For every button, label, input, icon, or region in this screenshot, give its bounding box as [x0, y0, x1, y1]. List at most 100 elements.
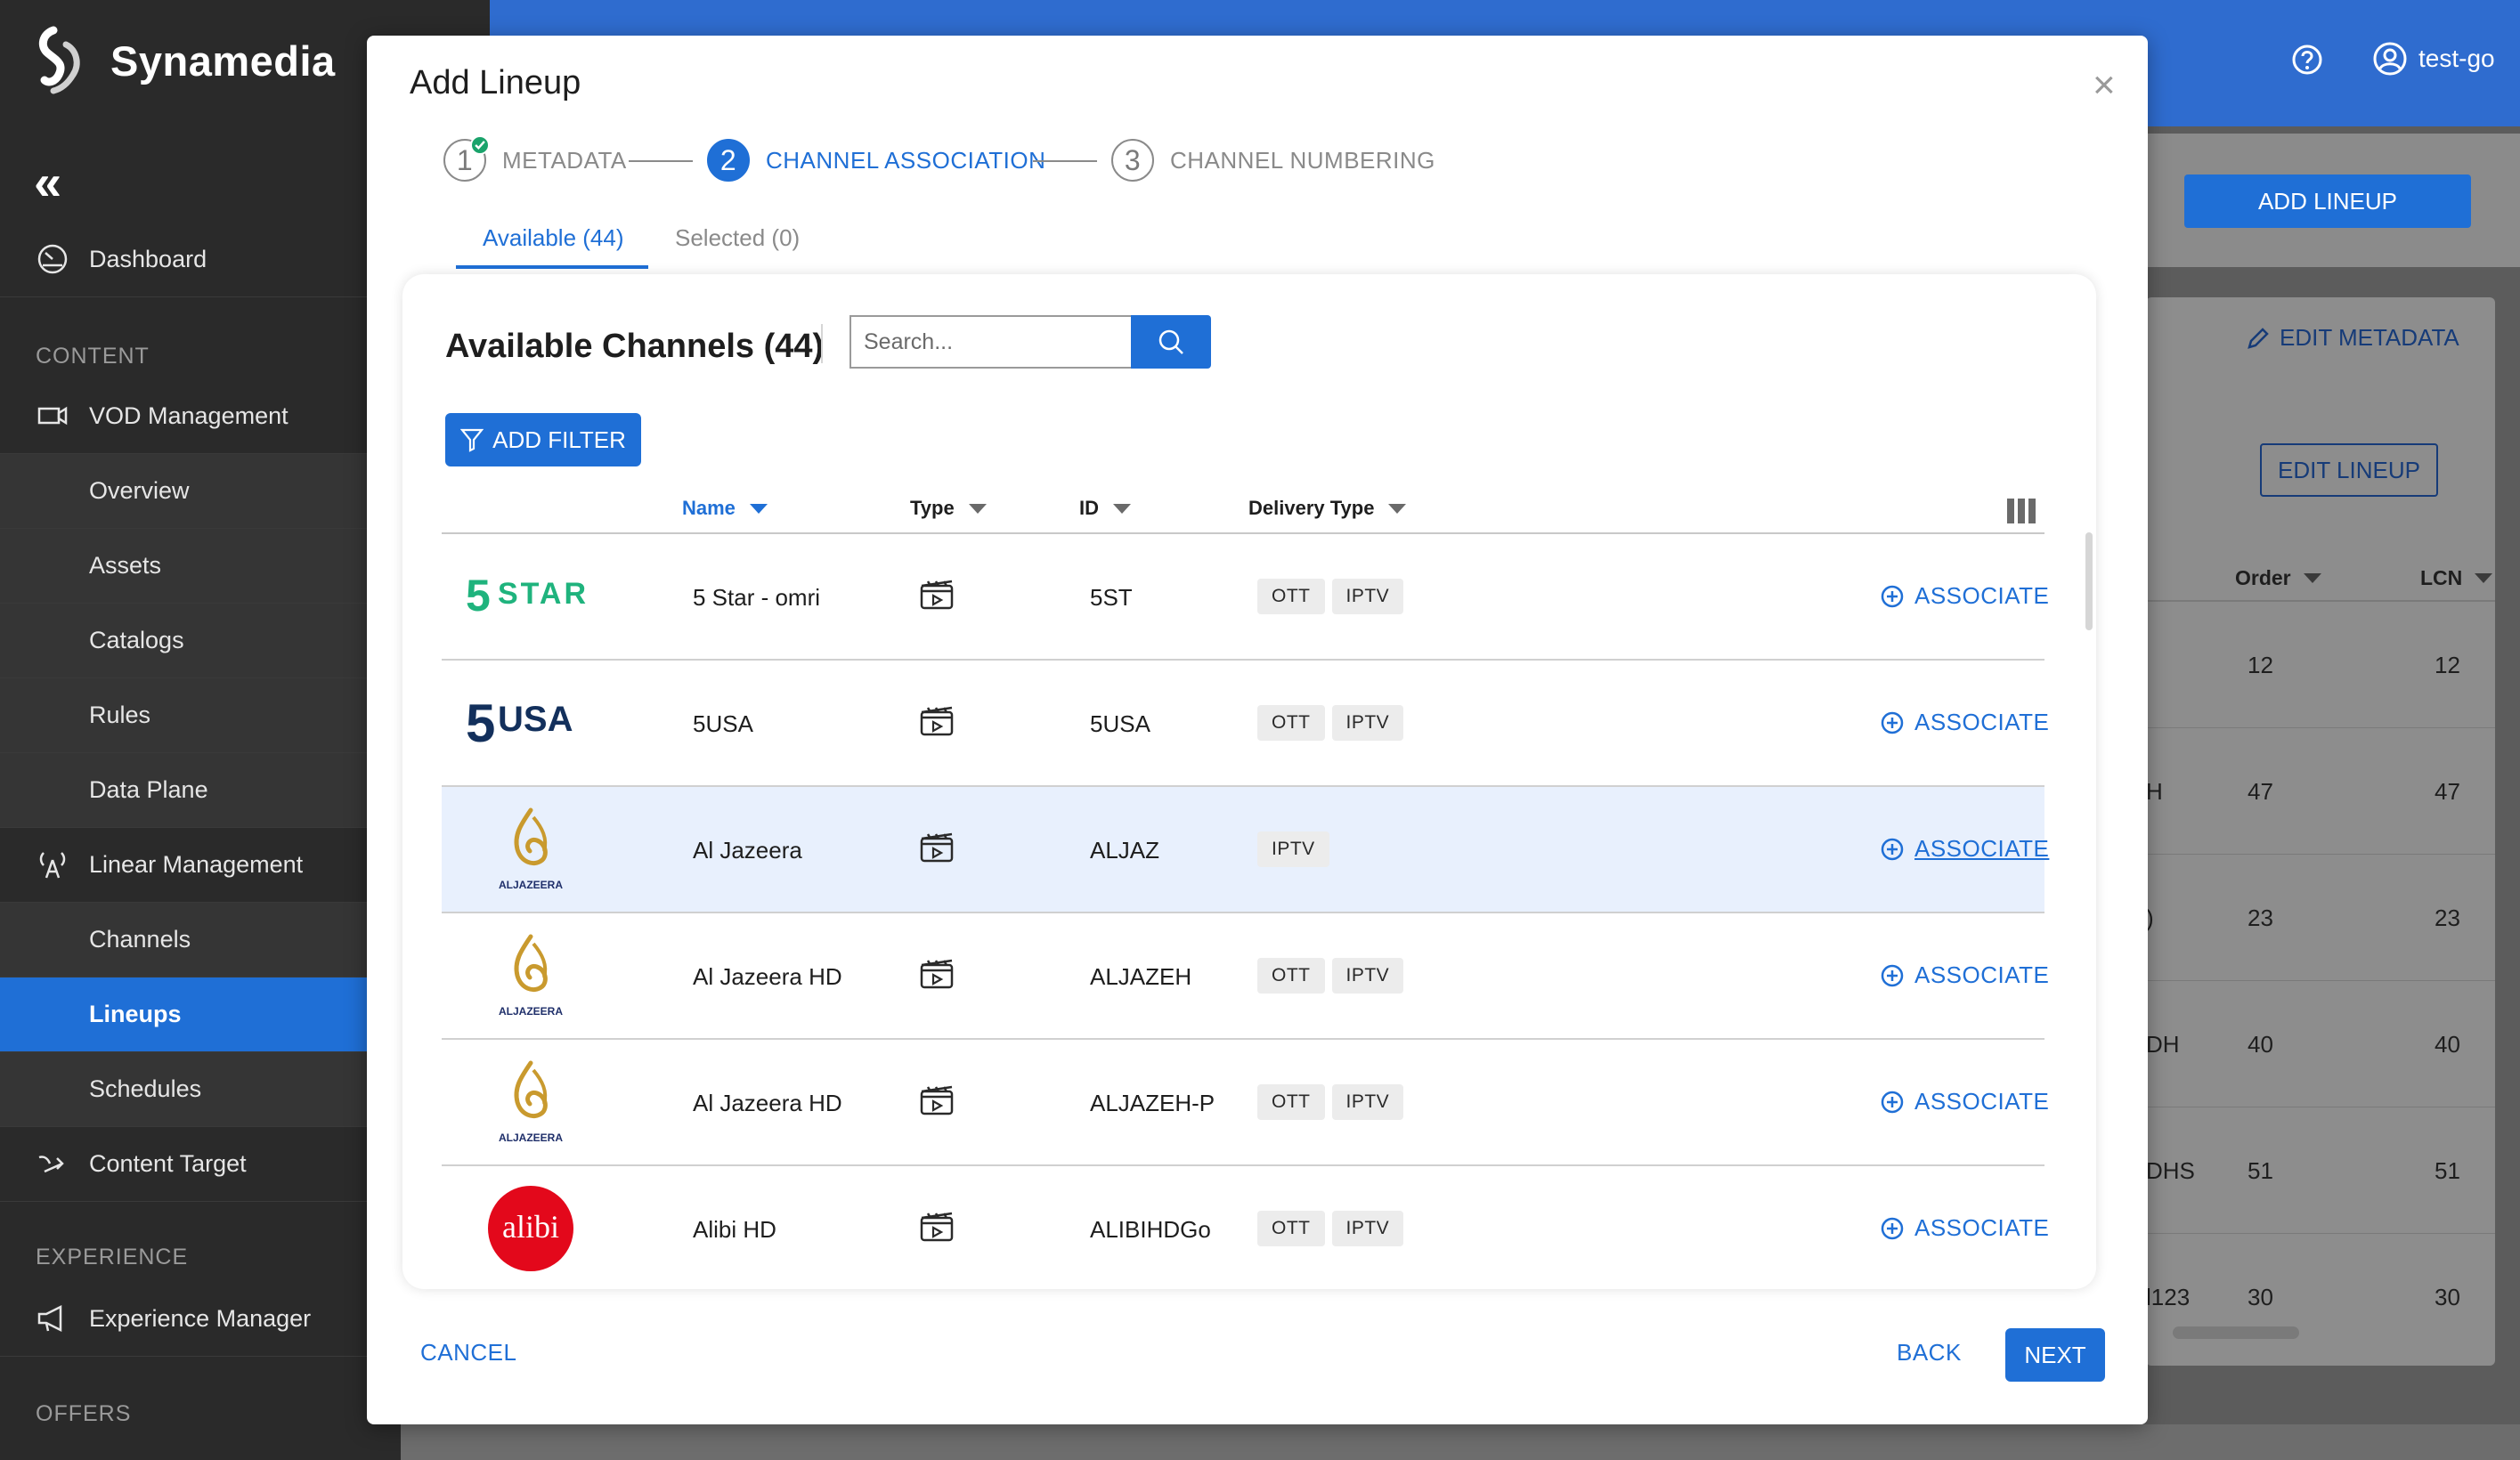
associate-label: ASSOCIATE: [1914, 709, 2050, 735]
row-name-fragment: l123: [2146, 1284, 2191, 1310]
row-lcn: 12: [2435, 652, 2460, 678]
table-row[interactable]: DHS 51 51: [2146, 1107, 2495, 1234]
vertical-scrollbar[interactable]: [2085, 532, 2093, 630]
edit-metadata-label: EDIT METADATA: [2280, 324, 2459, 351]
add-filter-label: ADD FILTER: [492, 426, 626, 453]
step-metadata[interactable]: 1 METADATA: [443, 135, 627, 182]
column-label: Name: [682, 497, 736, 519]
table-row[interactable]: ALJAZEERA Al Jazeera ALJAZ IPTV ASSOCIATE: [442, 787, 2049, 913]
columns-settings-icon[interactable]: [2007, 499, 2036, 523]
sidebar-item-label: Dashboard: [89, 246, 207, 272]
search-button[interactable]: [1131, 315, 1211, 369]
collapse-sidebar-button[interactable]: «: [34, 158, 61, 207]
search-input[interactable]: [849, 315, 1131, 369]
section-experience: EXPERIENCE: [36, 1245, 189, 1269]
help-icon[interactable]: [2290, 43, 2324, 77]
column-header-lcn[interactable]: LCN: [2420, 566, 2493, 590]
channel-id: ALIBIHDGo: [1090, 1216, 1211, 1243]
channel-name: Al Jazeera HD: [693, 1090, 842, 1116]
back-button[interactable]: BACK: [1897, 1339, 1962, 1367]
step-channel-numbering[interactable]: 3 CHANNEL NUMBERING: [1111, 139, 1435, 182]
add-lineup-button[interactable]: ADD LINEUP: [2184, 174, 2471, 228]
associate-label: ASSOCIATE: [1914, 1214, 2050, 1241]
table-row[interactable]: alibi Alibi HD ALIBIHDGo OTT IPTV ASSOCIATE: [442, 1166, 2049, 1289]
channel-name: 5 Star - omri: [693, 584, 821, 611]
sort-arrow-icon: [1113, 503, 1131, 514]
column-header-id[interactable]: ID: [1079, 497, 1131, 520]
sidebar-item-label: Overview: [89, 477, 190, 504]
delivery-types: OTT IPTV: [1257, 1211, 1410, 1246]
sort-arrow-icon: [2475, 573, 2493, 583]
add-circle-icon: [1881, 838, 1904, 860]
add-lineup-dialog: Add Lineup × 1 METADATA 2 CHANNEL ASSOCI…: [367, 36, 2148, 1424]
brand-logo[interactable]: Synamedia: [34, 25, 336, 96]
associate-button[interactable]: ASSOCIATE: [1881, 582, 2049, 610]
delivery-chip: OTT: [1257, 1084, 1325, 1120]
sidebar-item-label: Data Plane: [89, 776, 208, 803]
associate-button[interactable]: ASSOCIATE: [1881, 1214, 2049, 1242]
row-name-fragment: H: [2146, 778, 2163, 805]
column-header-delivery-type[interactable]: Delivery Type: [1248, 497, 1407, 520]
sidebar-item-label: Content Target: [89, 1150, 247, 1177]
delivery-types: OTT IPTV: [1257, 958, 1410, 994]
next-button[interactable]: NEXT: [2005, 1328, 2105, 1382]
background-bottom-strip: [401, 1424, 2520, 1460]
channel-id: ALJAZ: [1090, 837, 1160, 864]
channel-logo: 5 STAR: [459, 552, 602, 641]
add-filter-button[interactable]: ADD FILTER: [445, 413, 641, 466]
channel-logo-aljazeera: ALJAZEERA: [499, 807, 563, 891]
edit-metadata-button[interactable]: EDIT METADATA: [2246, 324, 2459, 352]
table-row[interactable]: 12 12: [2146, 602, 2495, 728]
delivery-chip: IPTV: [1331, 1084, 1404, 1120]
channel-id: 5ST: [1090, 584, 1133, 611]
video-clapper-icon: [920, 959, 954, 989]
horizontal-scrollbar[interactable]: [2173, 1326, 2299, 1339]
step-connector: [1033, 160, 1097, 162]
user-name[interactable]: test-go: [2418, 45, 2495, 73]
video-clapper-icon: [920, 1212, 954, 1242]
table-row[interactable]: DH 40 40: [2146, 981, 2495, 1107]
sort-arrow-icon: [1388, 503, 1407, 514]
column-header-type[interactable]: Type: [910, 497, 987, 520]
delivery-chip: OTT: [1257, 958, 1325, 994]
channel-logo: alibi: [459, 1184, 602, 1273]
add-circle-icon: [1881, 1217, 1904, 1239]
row-order: 30: [2248, 1284, 2273, 1310]
tab-selected[interactable]: Selected (0): [675, 224, 800, 252]
add-circle-icon: [1881, 585, 1904, 607]
cancel-button[interactable]: CANCEL: [420, 1339, 516, 1367]
svg-text:ALJAZEERA: ALJAZEERA: [499, 1132, 563, 1144]
column-header-order[interactable]: Order: [2235, 566, 2321, 590]
associate-button[interactable]: ASSOCIATE: [1881, 835, 2049, 863]
edit-lineup-button[interactable]: EDIT LINEUP: [2260, 443, 2438, 497]
associate-button[interactable]: ASSOCIATE: [1881, 709, 2049, 736]
associate-button[interactable]: ASSOCIATE: [1881, 1088, 2049, 1115]
user-avatar-icon[interactable]: [2372, 41, 2408, 77]
table-row[interactable]: ALJAZEERA Al Jazeera HD ALJAZEH OTT IPTV ASSO…: [442, 913, 2049, 1040]
sidebar-item-label: VOD Management: [89, 402, 289, 429]
table-row[interactable]: l123 30 30: [2146, 1234, 2495, 1360]
step-channel-association[interactable]: 2 CHANNEL ASSOCIATION: [707, 139, 1045, 182]
svg-text:STAR: STAR: [498, 577, 589, 611]
channel-logo: 5 USA: [459, 678, 602, 767]
associate-label: ASSOCIATE: [1914, 1088, 2050, 1115]
table-row[interactable]: ALJAZEERA Al Jazeera HD ALJAZEH-P OTT IPTV AS…: [442, 1040, 2049, 1166]
table-row[interactable]: ) 23 23: [2146, 855, 2495, 981]
column-label: Type: [910, 497, 955, 519]
step-number: 2: [707, 139, 750, 182]
associate-button[interactable]: ASSOCIATE: [1881, 961, 2049, 989]
row-lcn: 30: [2435, 1284, 2460, 1310]
channel-name: Al Jazeera HD: [693, 963, 842, 990]
channel-logo-5usa: 5 USA: [466, 694, 573, 753]
svg-text:alibi: alibi: [502, 1209, 559, 1245]
close-icon[interactable]: ×: [2093, 66, 2116, 105]
tab-available[interactable]: Available (44): [483, 224, 624, 252]
search-icon: [1158, 329, 1183, 354]
table-row[interactable]: 5 STAR 5 Star - omri 5ST OTT IPTV ASSOCIATE: [442, 534, 2049, 661]
channel-name: Alibi HD: [693, 1216, 776, 1243]
table-row[interactable]: H 47 47: [2146, 728, 2495, 855]
column-header-name[interactable]: Name: [682, 497, 768, 520]
table-row[interactable]: 5 USA 5USA 5USA OTT IPTV ASSOCIATE: [442, 661, 2049, 787]
channel-logo: ALJAZEERA: [459, 931, 602, 1020]
delivery-chip: OTT: [1257, 705, 1325, 741]
